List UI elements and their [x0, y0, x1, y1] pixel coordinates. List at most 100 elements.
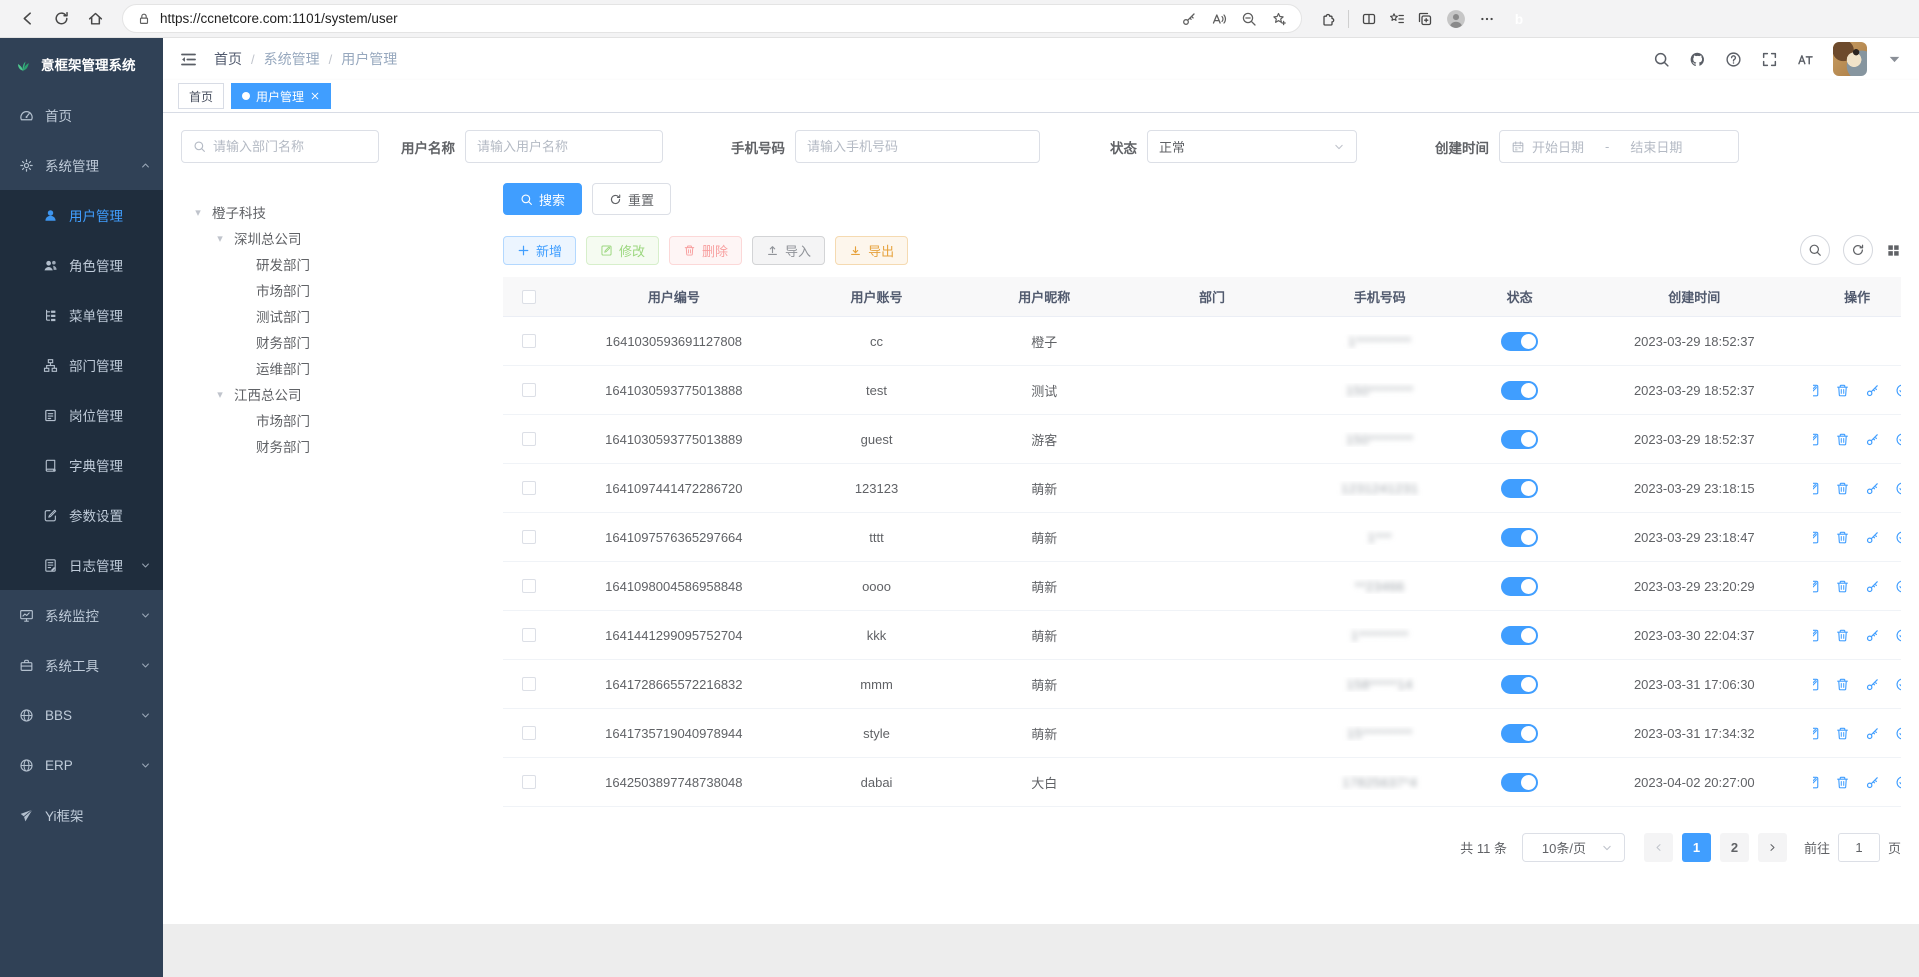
page-button-2[interactable]: 2: [1720, 833, 1749, 862]
sidebar-item-7[interactable]: 字典管理: [0, 440, 163, 490]
status-toggle[interactable]: [1501, 479, 1538, 498]
font-size-icon[interactable]: [1797, 51, 1814, 68]
row-assign-role-button[interactable]: [1895, 579, 1901, 594]
row-delete-button[interactable]: [1835, 628, 1850, 643]
row-edit-button[interactable]: [1813, 677, 1819, 692]
username-field[interactable]: [477, 139, 651, 154]
close-tab-icon[interactable]: [310, 91, 320, 101]
goto-page-input[interactable]: [1838, 833, 1880, 862]
tree-expand-caret-icon[interactable]: ▾: [215, 388, 225, 401]
page-size-select[interactable]: 10条/页: [1522, 833, 1625, 862]
tree-node-6[interactable]: ▾运维部门: [181, 355, 481, 381]
app-logo[interactable]: 意框架管理系统: [0, 38, 163, 90]
add-favorite-icon[interactable]: [1271, 11, 1287, 27]
row-checkbox[interactable]: [522, 383, 536, 397]
row-assign-role-button[interactable]: [1895, 628, 1901, 643]
row-reset-password-button[interactable]: [1865, 775, 1880, 790]
sidebar-item-2[interactable]: 用户管理: [0, 190, 163, 240]
sidebar-item-1[interactable]: 系统管理: [0, 140, 163, 190]
status-toggle[interactable]: [1501, 577, 1538, 596]
browser-home-button[interactable]: [80, 4, 110, 34]
row-checkbox[interactable]: [522, 726, 536, 740]
row-assign-role-button[interactable]: [1895, 726, 1901, 741]
breadcrumb-home[interactable]: 首页: [214, 49, 242, 69]
date-range-picker[interactable]: 开始日期 - 结束日期: [1499, 130, 1739, 163]
status-toggle[interactable]: [1501, 430, 1538, 449]
tree-node-7[interactable]: ▾江西总公司: [181, 381, 481, 407]
edit-button[interactable]: 修改: [586, 236, 659, 265]
page-button-1[interactable]: 1: [1682, 833, 1711, 862]
tree-node-9[interactable]: ▾财务部门: [181, 433, 481, 459]
row-reset-password-button[interactable]: [1865, 677, 1880, 692]
tree-node-5[interactable]: ▾财务部门: [181, 329, 481, 355]
row-delete-button[interactable]: [1835, 530, 1850, 545]
zoom-out-icon[interactable]: [1241, 11, 1257, 27]
row-checkbox[interactable]: [522, 579, 536, 593]
row-edit-button[interactable]: [1813, 579, 1819, 594]
tab-home[interactable]: 首页: [178, 83, 224, 109]
status-select[interactable]: [1147, 130, 1357, 163]
date-end-placeholder[interactable]: 结束日期: [1630, 137, 1682, 156]
password-key-icon[interactable]: [1181, 11, 1197, 27]
add-button[interactable]: 新增: [503, 236, 576, 265]
row-delete-button[interactable]: [1835, 432, 1850, 447]
github-icon[interactable]: [1689, 51, 1706, 68]
url-bar[interactable]: https://ccnetcore.com:1101/system/user: [122, 4, 1302, 33]
more-options-icon[interactable]: [1479, 11, 1495, 27]
user-avatar[interactable]: [1833, 42, 1867, 76]
row-reset-password-button[interactable]: [1865, 579, 1880, 594]
browser-profile-icon[interactable]: [1445, 8, 1467, 30]
status-toggle[interactable]: [1501, 381, 1538, 400]
sidebar-item-3[interactable]: 角色管理: [0, 240, 163, 290]
row-edit-button[interactable]: [1813, 775, 1819, 790]
tab-user-management[interactable]: 用户管理: [231, 83, 331, 109]
status-toggle[interactable]: [1501, 626, 1538, 645]
sidebar-item-14[interactable]: Yi框架: [0, 790, 163, 840]
next-page-button[interactable]: [1758, 833, 1787, 862]
row-edit-button[interactable]: [1813, 530, 1819, 545]
select-all-checkbox[interactable]: [522, 290, 536, 304]
row-delete-button[interactable]: [1835, 481, 1850, 496]
row-checkbox[interactable]: [522, 432, 536, 446]
date-start-placeholder[interactable]: 开始日期: [1532, 137, 1584, 156]
header-search-icon[interactable]: [1653, 51, 1670, 68]
row-reset-password-button[interactable]: [1865, 530, 1880, 545]
tree-node-0[interactable]: ▾橙子科技: [181, 199, 481, 225]
status-select-value[interactable]: [1159, 139, 1326, 154]
row-delete-button[interactable]: [1835, 726, 1850, 741]
row-checkbox[interactable]: [522, 677, 536, 691]
row-edit-button[interactable]: [1813, 432, 1819, 447]
phone-input[interactable]: [795, 130, 1040, 163]
sidebar-item-5[interactable]: 部门管理: [0, 340, 163, 390]
import-button[interactable]: 导入: [752, 236, 825, 265]
row-checkbox[interactable]: [522, 334, 536, 348]
sidebar-item-8[interactable]: 参数设置: [0, 490, 163, 540]
refresh-table-button[interactable]: [1843, 235, 1873, 265]
collections-icon[interactable]: [1417, 11, 1433, 27]
favorites-icon[interactable]: [1389, 11, 1405, 27]
sidebar-item-0[interactable]: 首页: [0, 90, 163, 140]
prev-page-button[interactable]: [1644, 833, 1673, 862]
sidebar-item-4[interactable]: 菜单管理: [0, 290, 163, 340]
row-delete-button[interactable]: [1835, 383, 1850, 398]
tree-expand-caret-icon[interactable]: ▾: [215, 232, 225, 245]
status-toggle[interactable]: [1501, 724, 1538, 743]
reset-button[interactable]: 重置: [592, 183, 671, 215]
delete-button[interactable]: 删除: [669, 236, 742, 265]
status-toggle[interactable]: [1501, 528, 1538, 547]
row-reset-password-button[interactable]: [1865, 481, 1880, 496]
sidebar-item-12[interactable]: BBS: [0, 690, 163, 740]
copilot-icon[interactable]: [1507, 7, 1531, 31]
toggle-search-button[interactable]: [1800, 235, 1830, 265]
sidebar-item-6[interactable]: 岗位管理: [0, 390, 163, 440]
row-delete-button[interactable]: [1835, 579, 1850, 594]
sidebar-item-11[interactable]: 系统工具: [0, 640, 163, 690]
row-edit-button[interactable]: [1813, 481, 1819, 496]
row-edit-button[interactable]: [1813, 628, 1819, 643]
row-edit-button[interactable]: [1813, 726, 1819, 741]
tree-node-4[interactable]: ▾测试部门: [181, 303, 481, 329]
row-checkbox[interactable]: [522, 775, 536, 789]
status-toggle[interactable]: [1501, 332, 1538, 351]
row-reset-password-button[interactable]: [1865, 628, 1880, 643]
browser-back-button[interactable]: [12, 4, 42, 34]
